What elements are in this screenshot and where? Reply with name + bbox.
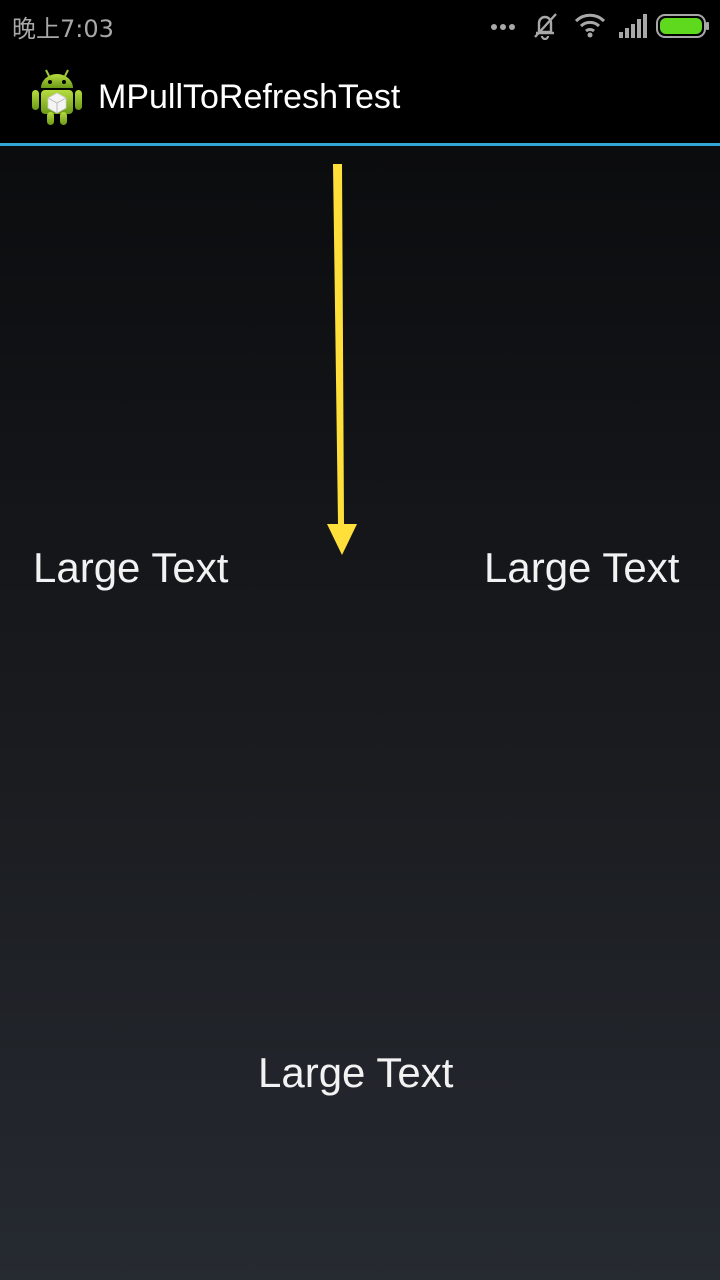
large-text-left: Large Text <box>33 544 229 591</box>
large-text-bottom: Large Text <box>258 1049 454 1096</box>
down-arrow-icon <box>327 164 357 555</box>
large-text-right: Large Text <box>484 544 680 591</box>
vibrate-off-icon <box>534 13 557 40</box>
app-title: MPullToRefreshTest <box>98 78 401 116</box>
battery-icon <box>656 14 709 38</box>
wifi-icon <box>574 13 606 38</box>
pull-to-refresh-content[interactable]: Large Text Large Text Large Text <box>0 146 720 1280</box>
android-robot-icon <box>32 69 82 125</box>
action-bar: MPullToRefreshTest <box>0 50 720 144</box>
more-dots-icon <box>491 24 515 30</box>
status-icons <box>490 8 710 42</box>
status-time: 晚上7:03 <box>12 15 114 43</box>
status-bar: 晚上7:03 <box>0 0 720 50</box>
signal-icon <box>619 14 647 38</box>
